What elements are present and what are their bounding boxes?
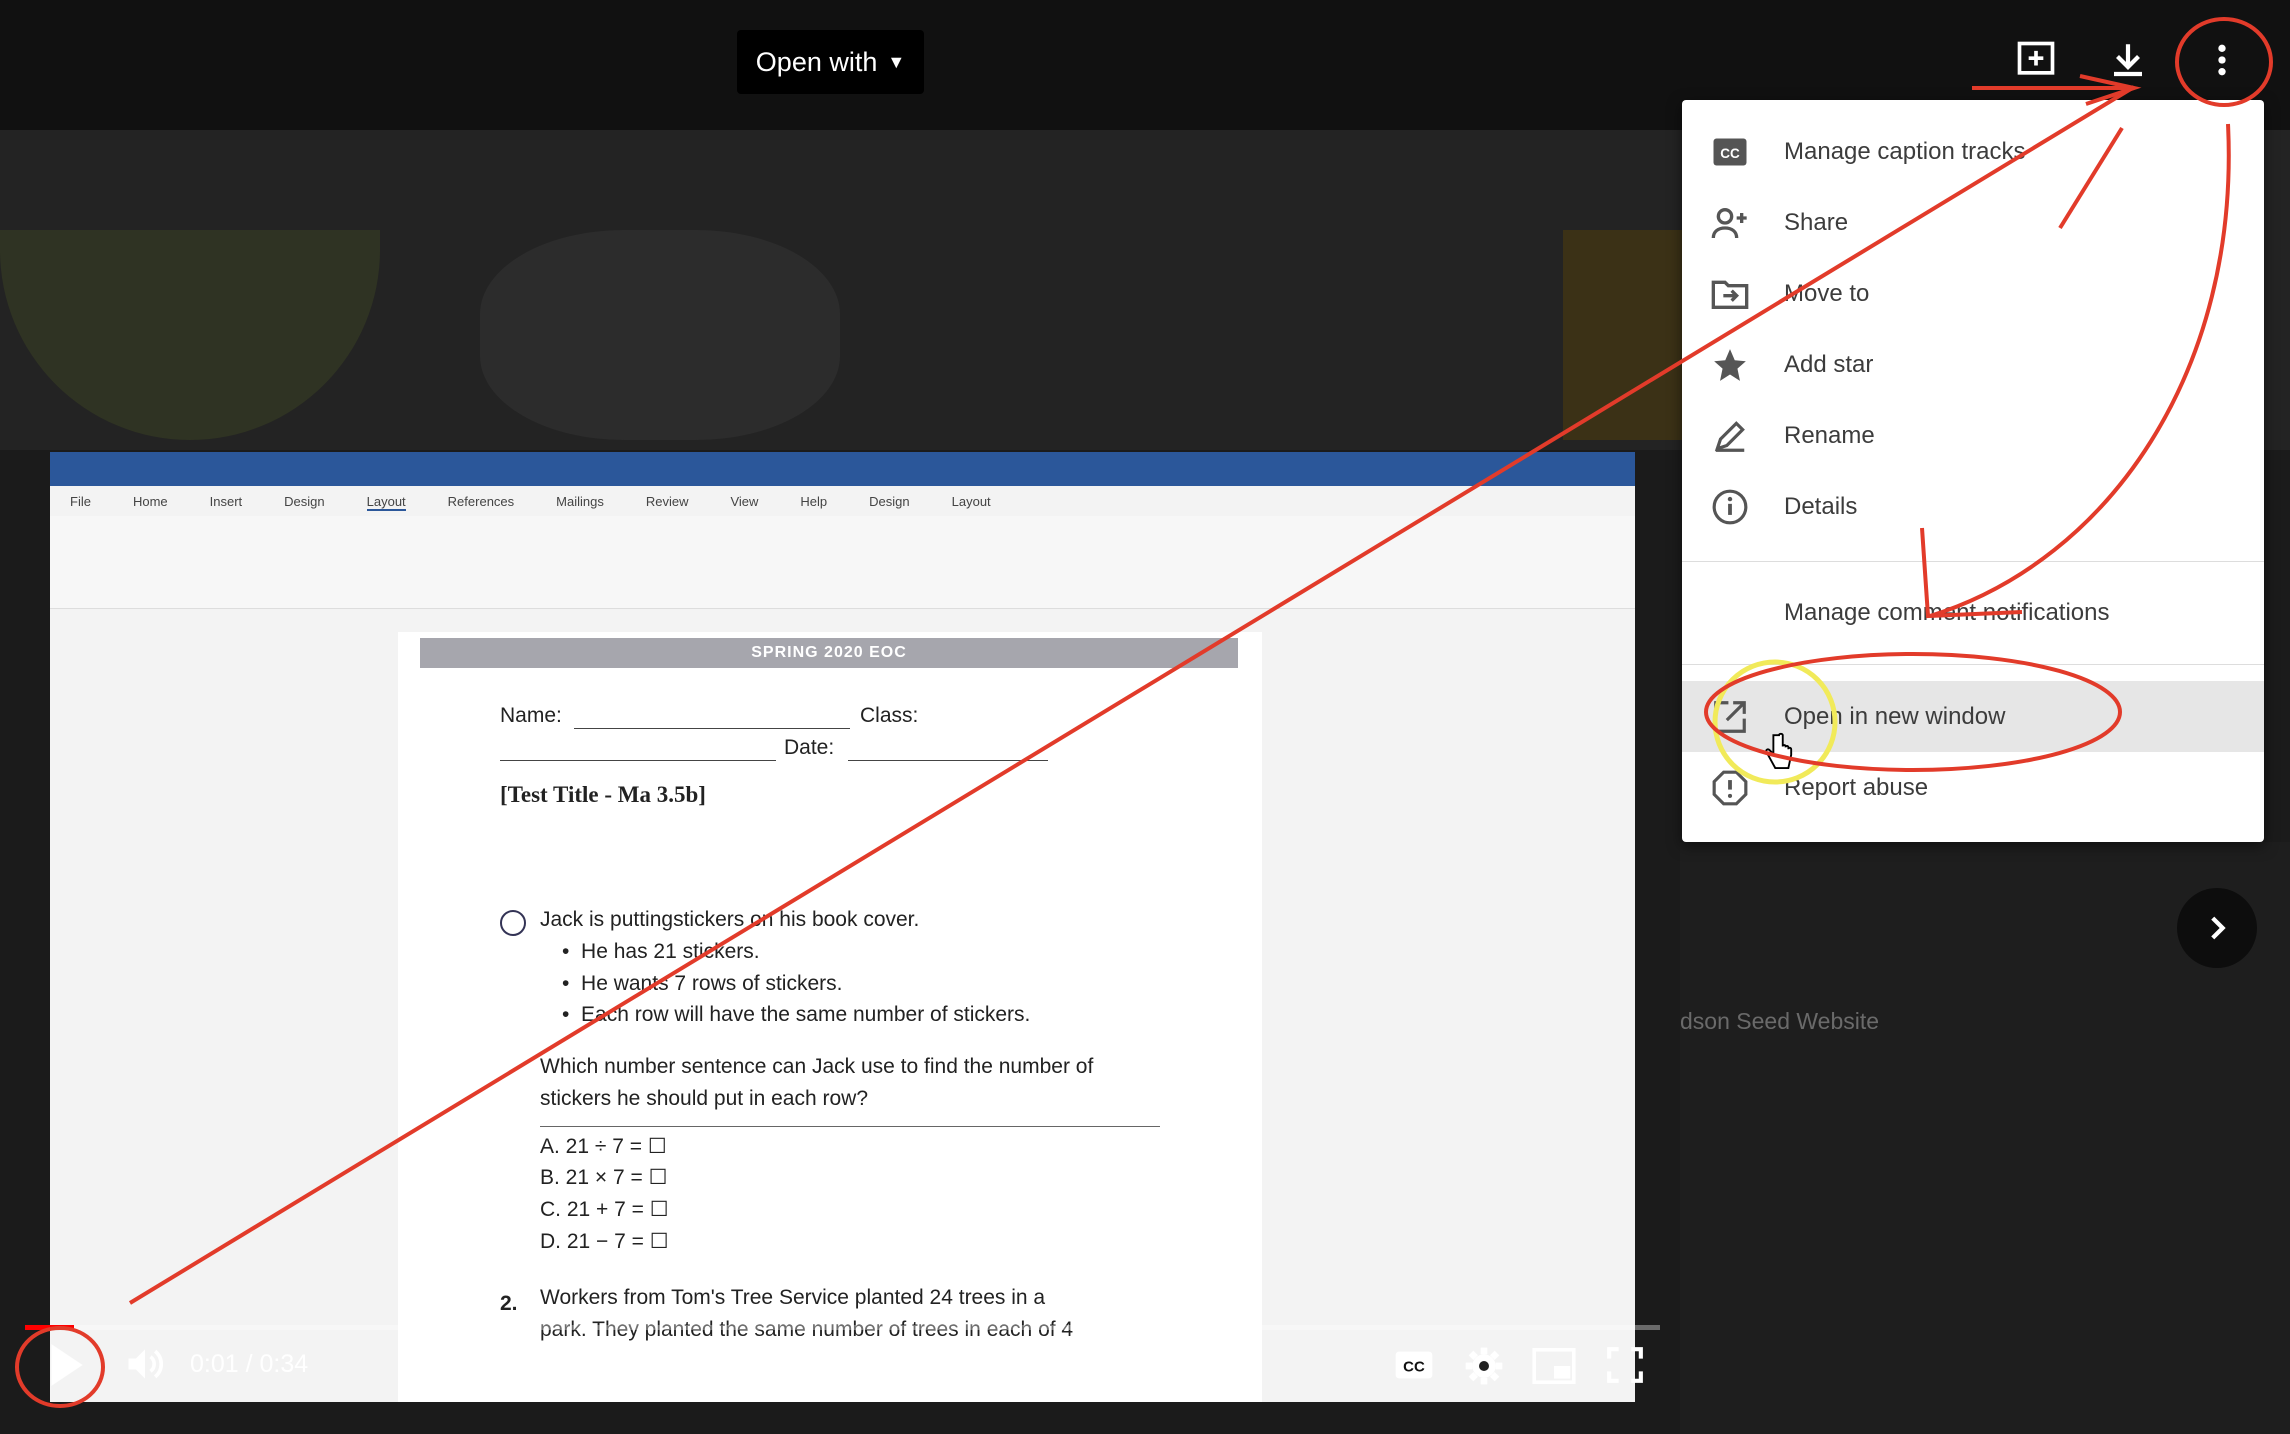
curved-arrow-head xyxy=(1920,527,2023,619)
annotation-overlay xyxy=(15,17,2273,1408)
play-button-circle xyxy=(15,1326,105,1408)
open-in-new-window-circle xyxy=(1704,652,2122,772)
diagonal-arrow-line xyxy=(128,85,2136,1305)
more-button-circle xyxy=(2175,17,2273,107)
short-arrow-line xyxy=(2058,126,2124,230)
